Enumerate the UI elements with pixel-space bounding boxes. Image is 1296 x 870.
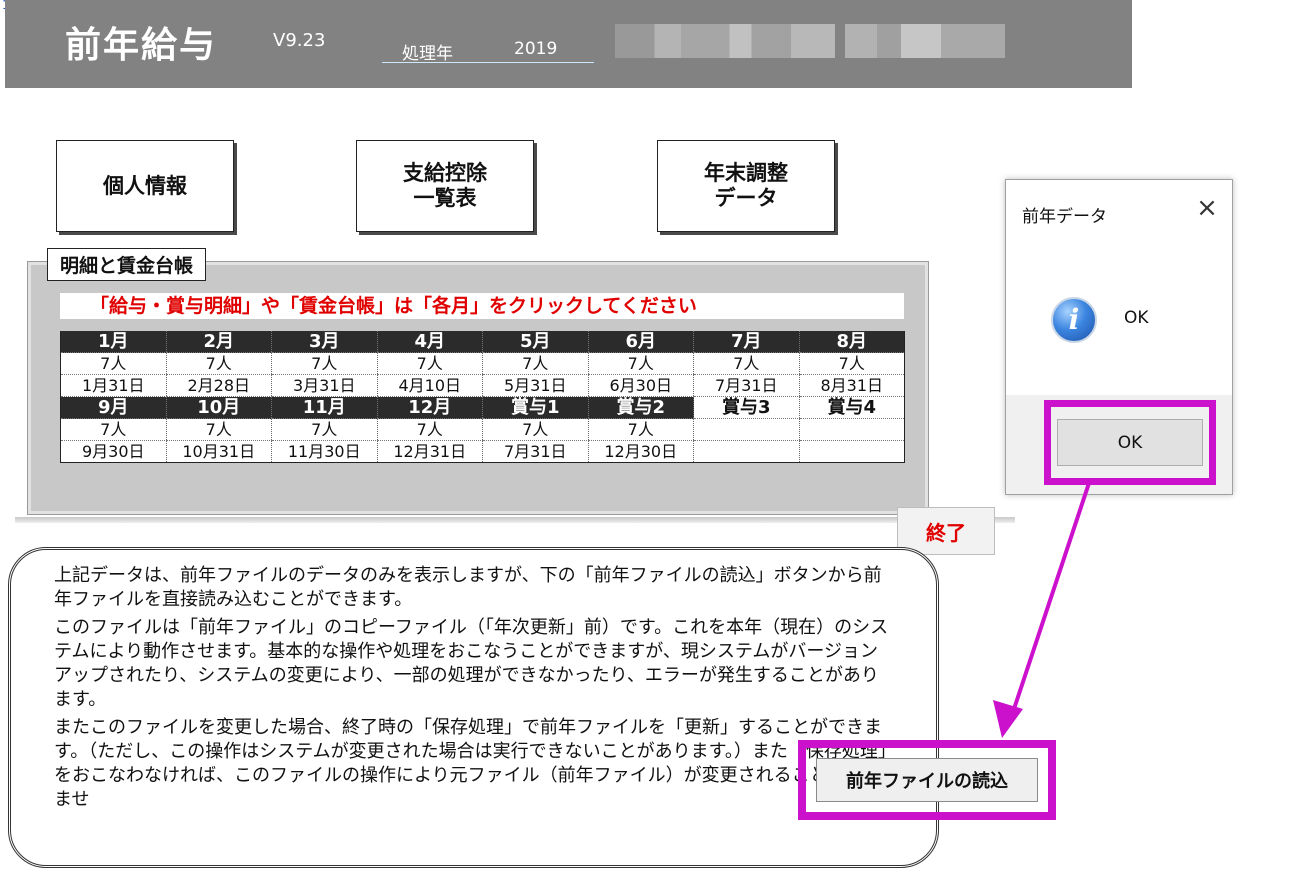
date-cell: 6月30日 bbox=[587, 374, 694, 397]
processing-year-field[interactable]: 処理年 2019 bbox=[382, 34, 594, 64]
date-cell: 3月31日 bbox=[271, 374, 377, 397]
year-end-adjustment-button[interactable]: 年末調整 データ bbox=[657, 140, 835, 232]
date-cell: 11月30日 bbox=[271, 440, 377, 463]
personal-info-button[interactable]: 個人情報 bbox=[56, 140, 234, 232]
count-cell bbox=[693, 418, 799, 441]
version-label: V9.23 bbox=[273, 30, 326, 51]
section-divider bbox=[15, 517, 1015, 523]
count-cell: 7人 bbox=[587, 418, 694, 441]
date-cell: 7月31日 bbox=[693, 374, 799, 397]
ok-button[interactable]: OK bbox=[1057, 419, 1203, 466]
bonus-cell-2[interactable]: 賞与2 bbox=[587, 396, 694, 419]
close-icon[interactable]: × bbox=[1191, 192, 1223, 224]
description-paragraph-3: またこのファイルを変更した場合、終了時の「保存処理」で前年ファイルを「更新」する… bbox=[54, 717, 887, 810]
month-cell-9[interactable]: 9月 bbox=[60, 396, 166, 419]
message-dialog: 前年データ × i OK OK bbox=[1005, 179, 1233, 495]
count-cell: 7人 bbox=[60, 352, 166, 375]
date-cell bbox=[693, 440, 799, 463]
header-banner: 前年給与 V9.23 処理年 2019 bbox=[5, 0, 1132, 88]
count-cell: 7人 bbox=[376, 352, 483, 375]
redacted-company-name bbox=[615, 24, 835, 58]
year-value: 2019 bbox=[514, 39, 558, 59]
load-button-highlight: 前年ファイルの読込 bbox=[798, 740, 1056, 820]
date-cell: 9月30日 bbox=[60, 440, 166, 463]
month-cell-12[interactable]: 12月 bbox=[376, 396, 483, 419]
month-cell-8[interactable]: 8月 bbox=[798, 331, 905, 353]
year-label: 処理年 bbox=[402, 44, 453, 64]
count-cell: 7人 bbox=[60, 418, 166, 441]
count-cell: 7人 bbox=[587, 352, 694, 375]
bonus-cell-4[interactable]: 賞与4 bbox=[798, 396, 905, 419]
bonus-cell-3[interactable]: 賞与3 bbox=[693, 396, 799, 419]
payment-deduction-list-button[interactable]: 支給控除 一覧表 bbox=[356, 140, 534, 232]
description-text: 上記データは、前年ファイルのデータのみを表示しますが、下の「前年ファイルの読込」… bbox=[54, 564, 894, 816]
info-icon: i bbox=[1051, 297, 1097, 343]
ok-button-highlight: OK bbox=[1044, 400, 1216, 485]
count-cell: 7人 bbox=[165, 418, 272, 441]
count-cell: 7人 bbox=[482, 352, 588, 375]
date-cell: 10月31日 bbox=[165, 440, 272, 463]
month-cell-2[interactable]: 2月 bbox=[165, 331, 272, 353]
date-cell: 5月31日 bbox=[482, 374, 588, 397]
month-cell-5[interactable]: 5月 bbox=[482, 331, 588, 353]
date-cell: 1月31日 bbox=[60, 374, 166, 397]
count-cell: 7人 bbox=[376, 418, 483, 441]
arrow-head-icon bbox=[993, 700, 1023, 738]
month-table: 1月 2月 3月 4月 5月 6月 7月 8月 7人 7人 7人 7人 7人 7… bbox=[60, 331, 905, 463]
ledger-notice: 「給与・賞与明細」や「賃金台帳」は「各月」をクリックしてください bbox=[60, 293, 904, 319]
date-cell: 8月31日 bbox=[798, 374, 905, 397]
redacted-company-name-2 bbox=[845, 24, 1005, 58]
count-cell: 7人 bbox=[693, 352, 799, 375]
date-cell: 12月31日 bbox=[376, 440, 483, 463]
date-cell: 2月28日 bbox=[165, 374, 272, 397]
month-cell-11[interactable]: 11月 bbox=[271, 396, 377, 419]
month-cell-7[interactable]: 7月 bbox=[693, 331, 799, 353]
month-cell-4[interactable]: 4月 bbox=[376, 331, 483, 353]
date-cell: 12月30日 bbox=[587, 440, 694, 463]
month-cell-6[interactable]: 6月 bbox=[587, 331, 694, 353]
date-cell bbox=[798, 440, 905, 463]
count-cell bbox=[798, 418, 905, 441]
month-cell-1[interactable]: 1月 bbox=[60, 331, 166, 353]
app-title: 前年給与 bbox=[65, 24, 218, 66]
dialog-title: 前年データ bbox=[1022, 207, 1107, 227]
bonus-cell-1[interactable]: 賞与1 bbox=[482, 396, 588, 419]
count-cell: 7人 bbox=[165, 352, 272, 375]
count-cell: 7人 bbox=[271, 418, 377, 441]
dialog-message: OK bbox=[1124, 308, 1149, 328]
ledger-group-title: 明細と賃金台帳 bbox=[47, 248, 207, 281]
month-cell-3[interactable]: 3月 bbox=[271, 331, 377, 353]
date-cell: 4月10日 bbox=[376, 374, 483, 397]
arrow-line bbox=[1010, 479, 1092, 716]
month-cell-10[interactable]: 10月 bbox=[165, 396, 272, 419]
count-cell: 7人 bbox=[798, 352, 905, 375]
count-cell: 7人 bbox=[271, 352, 377, 375]
description-paragraph-1: 上記データは、前年ファイルのデータのみを表示しますが、下の「前年ファイルの読込」… bbox=[54, 565, 882, 610]
date-cell: 7月31日 bbox=[482, 440, 588, 463]
description-paragraph-2: このファイルは「前年ファイル」のコピーファイル（「年次更新」前）です。これを本年… bbox=[54, 617, 889, 710]
count-cell: 7人 bbox=[482, 418, 588, 441]
load-previous-year-file-button[interactable]: 前年ファイルの読込 bbox=[816, 758, 1038, 802]
